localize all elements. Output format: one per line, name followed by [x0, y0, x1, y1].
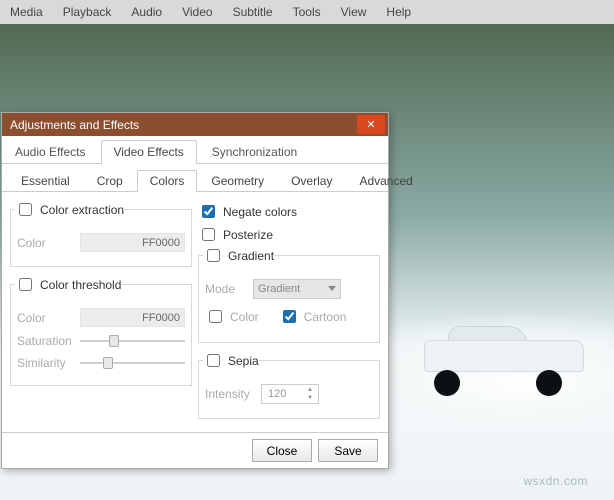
- sepia-intensity-value: 120: [268, 388, 286, 400]
- menu-help[interactable]: Help: [376, 1, 421, 23]
- subtab-crop[interactable]: Crop: [84, 170, 136, 192]
- similarity-label: Similarity: [17, 356, 72, 370]
- color-threshold-checkbox[interactable]: [19, 278, 32, 291]
- sepia-intensity-spinner[interactable]: 120 ▲ ▼: [261, 384, 319, 404]
- sepia-group: Sepia Intensity 120 ▲ ▼: [198, 351, 380, 419]
- adjustments-effects-dialog: Adjustments and Effects ✕ Audio Effects …: [1, 112, 389, 469]
- extraction-color-input[interactable]: FF0000: [80, 233, 185, 252]
- menu-view[interactable]: View: [331, 1, 377, 23]
- dialog-close-button[interactable]: ✕: [357, 115, 385, 134]
- spinner-up-icon[interactable]: ▲: [303, 386, 317, 394]
- menu-playback[interactable]: Playback: [53, 1, 122, 23]
- video-effects-subtabs: Essential Crop Colors Geometry Overlay A…: [2, 164, 388, 192]
- main-menubar: Media Playback Audio Video Subtitle Tool…: [0, 0, 614, 24]
- gradient-checkbox[interactable]: [207, 249, 220, 262]
- posterize-checkbox[interactable]: [202, 228, 215, 241]
- save-button[interactable]: Save: [318, 439, 378, 462]
- gradient-cartoon-label: Cartoon: [304, 310, 347, 324]
- gradient-label: Gradient: [228, 249, 274, 263]
- menu-audio[interactable]: Audio: [121, 1, 172, 23]
- saturation-slider[interactable]: [80, 333, 185, 349]
- subtab-overlay[interactable]: Overlay: [278, 170, 345, 192]
- close-button[interactable]: Close: [252, 439, 312, 462]
- tab-video-effects[interactable]: Video Effects: [101, 140, 197, 164]
- color-threshold-label: Color threshold: [40, 278, 121, 292]
- gradient-cartoon-checkbox[interactable]: [283, 310, 296, 323]
- sepia-intensity-label: Intensity: [205, 387, 253, 401]
- menu-video[interactable]: Video: [172, 1, 222, 23]
- color-threshold-group: Color threshold Color FF0000 Saturation …: [10, 275, 192, 386]
- dialog-footer: Close Save: [2, 432, 388, 468]
- menu-media[interactable]: Media: [0, 1, 53, 23]
- color-extraction-checkbox[interactable]: [19, 203, 32, 216]
- menu-subtitle[interactable]: Subtitle: [223, 1, 283, 23]
- color-extraction-label: Color extraction: [40, 203, 124, 217]
- gradient-mode-select[interactable]: Gradient: [253, 279, 341, 299]
- spinner-down-icon[interactable]: ▼: [303, 394, 317, 402]
- color-extraction-group: Color extraction Color FF0000: [10, 200, 192, 267]
- colors-left-column: Color extraction Color FF0000 Color thre…: [10, 200, 192, 428]
- gradient-group: Gradient Mode Gradient Color: [198, 246, 380, 343]
- tab-audio-effects[interactable]: Audio Effects: [2, 140, 99, 164]
- saturation-label: Saturation: [17, 334, 72, 348]
- sepia-label: Sepia: [228, 354, 259, 368]
- threshold-color-label: Color: [17, 311, 72, 325]
- extraction-color-label: Color: [17, 236, 72, 250]
- watermark-text: wsxdn.com: [523, 474, 588, 488]
- subtab-colors[interactable]: Colors: [137, 170, 198, 192]
- gradient-mode-value: Gradient: [258, 283, 300, 295]
- gradient-mode-label: Mode: [205, 282, 245, 296]
- main-tabs: Audio Effects Video Effects Synchronizat…: [2, 136, 388, 164]
- menu-tools[interactable]: Tools: [283, 1, 331, 23]
- tab-synchronization[interactable]: Synchronization: [199, 140, 310, 164]
- dialog-titlebar[interactable]: Adjustments and Effects ✕: [2, 113, 388, 136]
- negate-colors-label: Negate colors: [223, 205, 297, 219]
- posterize-label: Posterize: [223, 228, 273, 242]
- subtab-essential[interactable]: Essential: [8, 170, 83, 192]
- similarity-slider[interactable]: [80, 355, 185, 371]
- gradient-color-checkbox[interactable]: [209, 310, 222, 323]
- colors-right-column: Negate colors Posterize Gradient Mode Gr…: [198, 200, 380, 428]
- video-content-decor: [424, 330, 594, 390]
- colors-panel: Color extraction Color FF0000 Color thre…: [2, 192, 388, 432]
- sepia-checkbox[interactable]: [207, 354, 220, 367]
- dialog-title-text: Adjustments and Effects: [10, 118, 139, 132]
- threshold-color-input[interactable]: FF0000: [80, 308, 185, 327]
- subtab-geometry[interactable]: Geometry: [198, 170, 277, 192]
- close-icon: ✕: [366, 118, 375, 131]
- negate-colors-checkbox[interactable]: [202, 205, 215, 218]
- subtab-advanced[interactable]: Advanced: [346, 170, 425, 192]
- chevron-down-icon: [328, 286, 336, 291]
- gradient-color-label: Color: [230, 310, 259, 324]
